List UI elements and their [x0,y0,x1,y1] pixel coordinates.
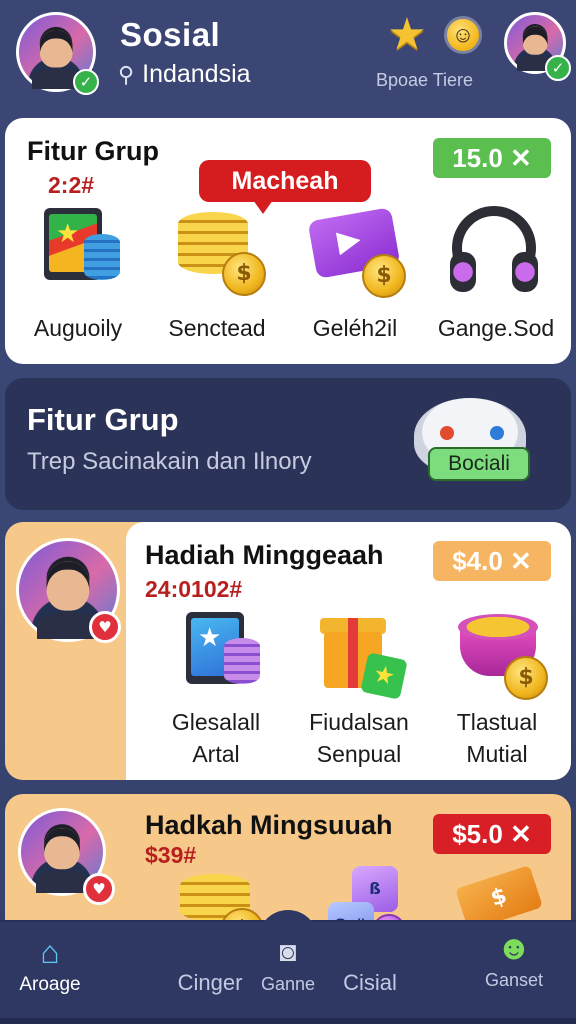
location-row[interactable]: ⚲ Indandsia [118,60,251,89]
nav-label: Cisial [343,970,397,995]
nav-item-cisial[interactable]: Cisial [334,970,406,996]
price-badge[interactable]: $5.0 ✕ [433,814,551,854]
star-icon[interactable]: ★ [384,12,430,58]
avatar-face [46,561,90,611]
location-label: Indandsia [142,60,251,88]
mascot-eye [490,426,504,440]
card-title: Hadiah Minggeaah [145,540,384,570]
smile-icon[interactable]: ☺ [444,16,482,54]
avatar-face [39,30,73,68]
avatar-face [522,26,548,55]
feature-item[interactable]: Senctead [147,312,287,344]
reward-avatar[interactable]: ♥ [16,538,121,643]
verified-check-icon: ✓ [73,69,99,95]
blue-coins-icon [84,234,120,280]
coin-icon: $ [362,254,406,298]
nav-item-cinger[interactable]: Cinger [170,970,250,996]
item-label-line1: Glesalall [171,709,261,735]
social-tag[interactable]: Bociali [428,447,530,481]
item-label: Geléh2il [312,315,398,341]
banner-subtitle: Trep Sacinakain dan Ilnory [27,448,312,475]
reward-item[interactable]: Glesalall Artal [146,706,286,770]
item-label-line2: Artal [192,741,240,767]
header-caption: Bpoae Tiere [376,70,474,90]
item-label: Gange.Sod [437,315,555,341]
nav-label: Aroage [19,974,81,995]
nav-label: Cinger [177,970,243,995]
item-label-line1: Fiudalsan [309,709,409,735]
card-code: $39# [145,842,197,868]
profile-avatar[interactable]: ✓ [16,12,99,95]
purple-coins-icon [224,638,260,684]
pin-icon: ⚲ [118,61,135,87]
feature-item[interactable]: Geléh2il [285,312,425,344]
home-icon: ⌂ [40,934,60,970]
price-badge[interactable]: $4.0 ✕ [433,541,551,581]
star-icon: ★ [56,218,80,248]
item-label-line2: Senpual [316,741,402,767]
star-tile-icon: ★ [360,652,408,700]
earcup-left [450,252,476,292]
avatar-suit [35,870,89,893]
feature-item[interactable]: Gange.Sod [426,312,566,344]
item-label: Auguoily [33,315,123,341]
speech-bubble: Macheah [199,160,371,214]
friend-avatar[interactable]: ✓ [504,12,571,81]
item-label-line1: Tlastual [456,709,538,735]
reward-item[interactable]: Tlastual Mutial [427,706,567,770]
nav-label: Ganne [260,974,316,994]
nav-item-home[interactable]: ⌂ Aroage [18,934,82,996]
nav-item-ganset[interactable]: ☻ Ganset [478,930,550,991]
coin-icon: $ [504,656,548,700]
chat-icon: ☻ [496,929,532,967]
earcup-right [512,252,538,292]
play-icon: ▶ [334,222,364,259]
item-label-line2: Mutial [466,741,528,767]
card-code: 2:2# [48,172,95,198]
price-badge[interactable]: 15.0 ✕ [433,138,551,178]
feature-item[interactable]: Auguoily [8,312,148,344]
card-title: Hadkah Mingsuuah [145,810,393,840]
heart-icon: ♥ [89,611,121,643]
pot-rim [458,614,538,640]
heart-icon: ♥ [83,873,115,905]
nav-item-ganne[interactable]: ◙ Ganne [254,934,322,995]
star-icon: ★ [198,622,222,652]
item-label: Senctead [168,315,266,341]
card-code: 24:0102# [145,576,243,602]
mascot-eye [440,426,454,440]
reward-item[interactable]: Fiudalsan Senpual [289,706,429,770]
app-header: ✓ Sosial ⚲ Indandsia ★ ☺ ✓ Bpoae Tiere [0,0,576,108]
card-title: Fitur Grup [27,136,159,166]
nav-label: Ganset [484,970,544,990]
app-title: Sosial [120,16,221,53]
banner-title: Fitur Grup [27,402,179,437]
avatar-face [43,828,81,870]
reward-avatar[interactable]: ♥ [18,808,115,905]
verified-check-icon: ✓ [545,55,571,81]
camera-icon: ◙ [279,936,297,967]
coin-icon: $ [222,252,266,296]
